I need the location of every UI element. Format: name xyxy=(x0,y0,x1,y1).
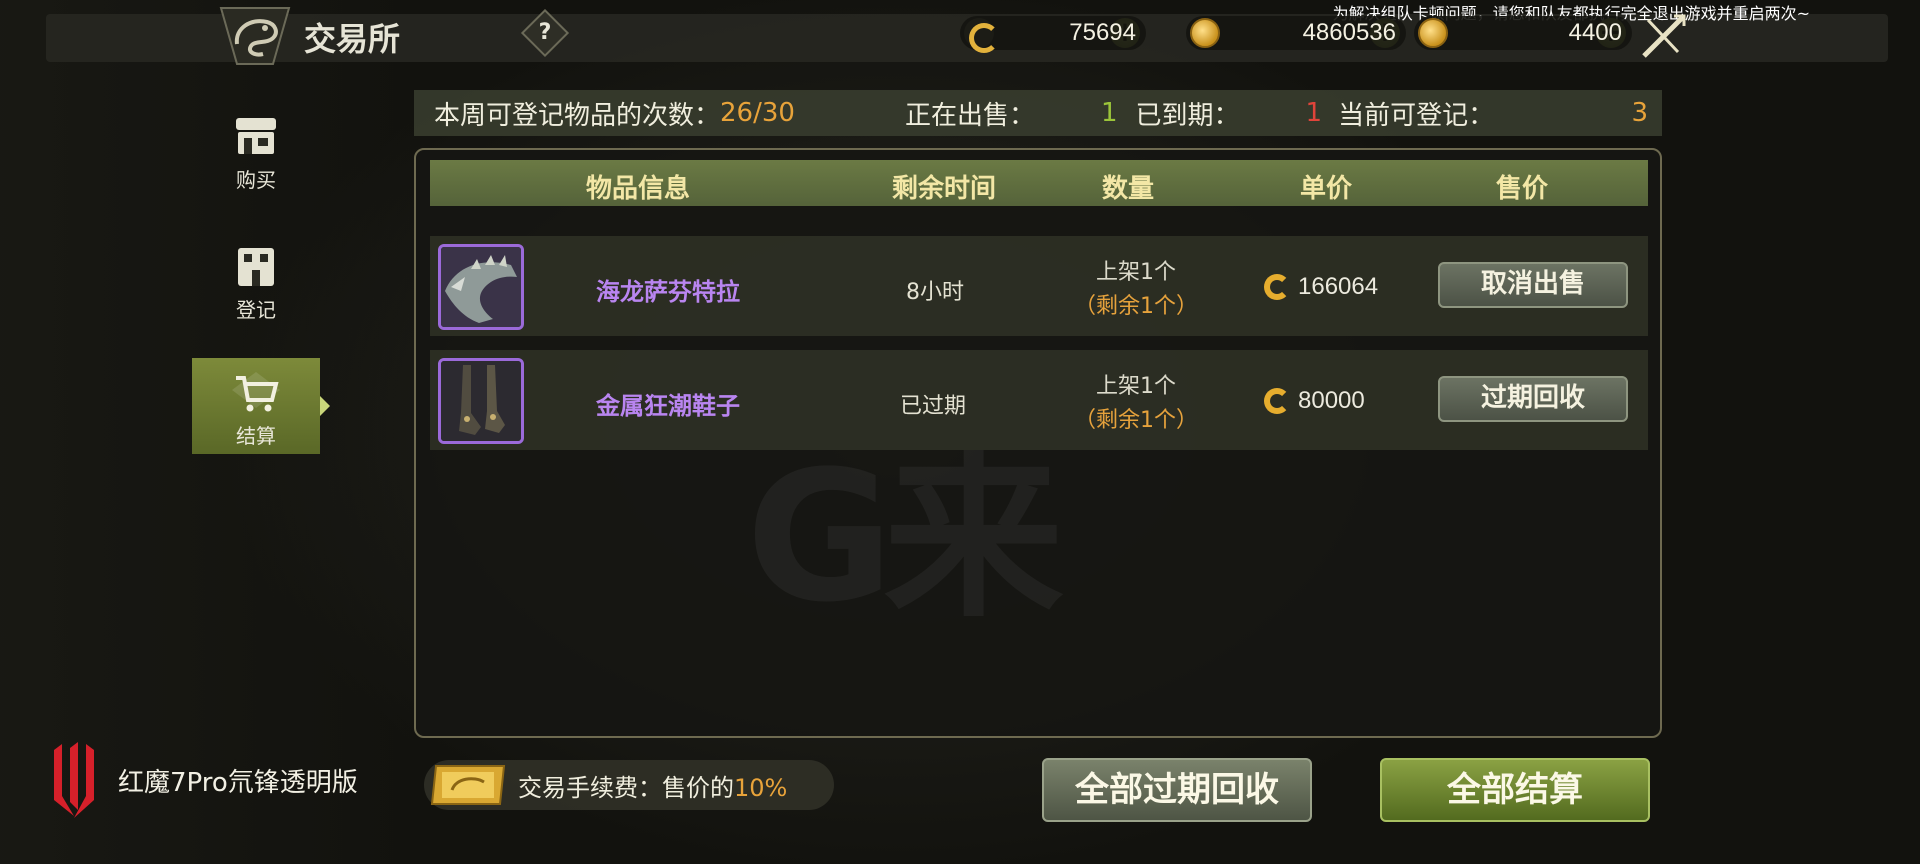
fee-info: 交易手续费：售价的10% xyxy=(424,760,834,810)
item-time-left: 8小时 xyxy=(906,280,964,305)
header-item-info: 物品信息 xyxy=(586,174,691,204)
price-value: 80000 xyxy=(1298,387,1365,414)
reclaim-expired-button[interactable]: 过期回收 xyxy=(1438,376,1628,422)
price-value: 166064 xyxy=(1298,273,1379,300)
close-icon[interactable] xyxy=(1638,12,1688,62)
gold-coin-value: 4860536 xyxy=(1302,19,1396,46)
c-coin-icon xyxy=(1262,272,1292,302)
page-title: 交易所 xyxy=(304,20,401,58)
qty-remaining: （剩余1个） xyxy=(1074,294,1198,319)
settle-all-button[interactable]: 全部结算 xyxy=(1380,758,1650,822)
sidebar-item-register[interactable]: 登记 xyxy=(192,246,320,323)
item-unit-price: 166064 xyxy=(1262,272,1378,302)
item-quantity: 上架1个 （剩余1个） xyxy=(1046,256,1226,324)
qty-listed: 上架1个 xyxy=(1096,374,1176,399)
fee-value: 10% xyxy=(734,773,788,802)
sidebar-item-buy[interactable]: 购买 xyxy=(192,116,320,193)
help-label: ? xyxy=(538,20,552,45)
selling-label: 正在出售： xyxy=(904,100,1035,131)
item-thumbnail[interactable] xyxy=(438,358,524,444)
sidebar-item-label: 结算 xyxy=(236,424,276,448)
item-quantity: 上架1个 （剩余1个） xyxy=(1046,370,1226,438)
gold-token-icon xyxy=(1418,18,1448,48)
header-unit-price: 单价 xyxy=(1300,174,1353,204)
fee-text: 交易手续费：售价的10% xyxy=(518,768,787,803)
header-sale-price: 售价 xyxy=(1496,174,1549,204)
brand-text: 红魔7Pro氘锋透明版 xyxy=(118,767,358,798)
weekly-count-label: 本周可登记物品的次数： xyxy=(434,100,721,131)
item-unit-price: 80000 xyxy=(1262,386,1365,416)
c-coin-icon xyxy=(964,18,999,53)
stats-bar: 本周可登记物品的次数： 26/30 正在出售： 1 已到期： 1 当前可登记： … xyxy=(414,90,1662,136)
expired-value: 1 xyxy=(1305,98,1323,128)
c-coin-value: 75694 xyxy=(1069,19,1136,46)
reclaim-all-expired-button[interactable]: 全部过期回收 xyxy=(1042,758,1312,822)
item-name: 海龙萨芬特拉 xyxy=(596,278,740,306)
expired-label: 已到期： xyxy=(1135,100,1240,131)
dragon-item-icon xyxy=(441,247,521,327)
table-row: 金属狂潮鞋子 已过期 上架1个 （剩余1个） 80000 过期回收 xyxy=(430,350,1648,450)
boots-item-icon xyxy=(441,361,521,441)
fee-label: 交易手续费：售价的 xyxy=(518,773,734,802)
table-row: 海龙萨芬特拉 8小时 上架1个 （剩余1个） 166064 取消出售 xyxy=(430,236,1648,336)
qty-listed: 上架1个 xyxy=(1096,260,1176,285)
device-brand: 红魔7Pro氘锋透明版 xyxy=(48,740,358,820)
sidebar-item-label: 购买 xyxy=(236,168,276,192)
gold-token-value: 4400 xyxy=(1568,19,1622,46)
cart-icon xyxy=(232,372,280,412)
currency-gold: 4860536 + xyxy=(1186,16,1406,50)
qty-remaining: （剩余1个） xyxy=(1074,408,1198,433)
listing-panel: G来 物品信息 剩余时间 数量 单价 售价 海龙萨芬特拉 8小时 上架1个 （剩… xyxy=(414,148,1662,738)
item-name: 金属狂潮鞋子 xyxy=(596,392,740,420)
header-time-left: 剩余时间 xyxy=(892,174,997,204)
item-thumbnail[interactable] xyxy=(438,244,524,330)
header-quantity: 数量 xyxy=(1102,174,1155,204)
selling-value: 1 xyxy=(1100,98,1118,128)
gold-coin-icon xyxy=(1190,18,1220,48)
c-coin-icon xyxy=(1262,386,1292,416)
currency-token: 4400 + xyxy=(1414,16,1632,50)
currency-c-coin: 75694 + xyxy=(960,16,1146,53)
available-label: 当前可登记： xyxy=(1338,100,1495,131)
sidebar-item-label: 登记 xyxy=(236,298,276,322)
table-header: 物品信息 剩余时间 数量 单价 售价 xyxy=(430,160,1648,206)
sidebar-item-settle[interactable]: 结算 xyxy=(192,358,330,454)
ticket-icon xyxy=(430,765,506,805)
item-time-left: 已过期 xyxy=(900,394,967,419)
weekly-count-value: 26/30 xyxy=(720,98,795,128)
cancel-sale-button[interactable]: 取消出售 xyxy=(1438,262,1628,308)
building-icon xyxy=(238,248,274,286)
shop-icon xyxy=(236,118,276,154)
dragon-emblem-icon xyxy=(219,7,291,65)
available-value: 3 xyxy=(1631,98,1648,128)
red-magic-logo-icon xyxy=(54,742,94,818)
